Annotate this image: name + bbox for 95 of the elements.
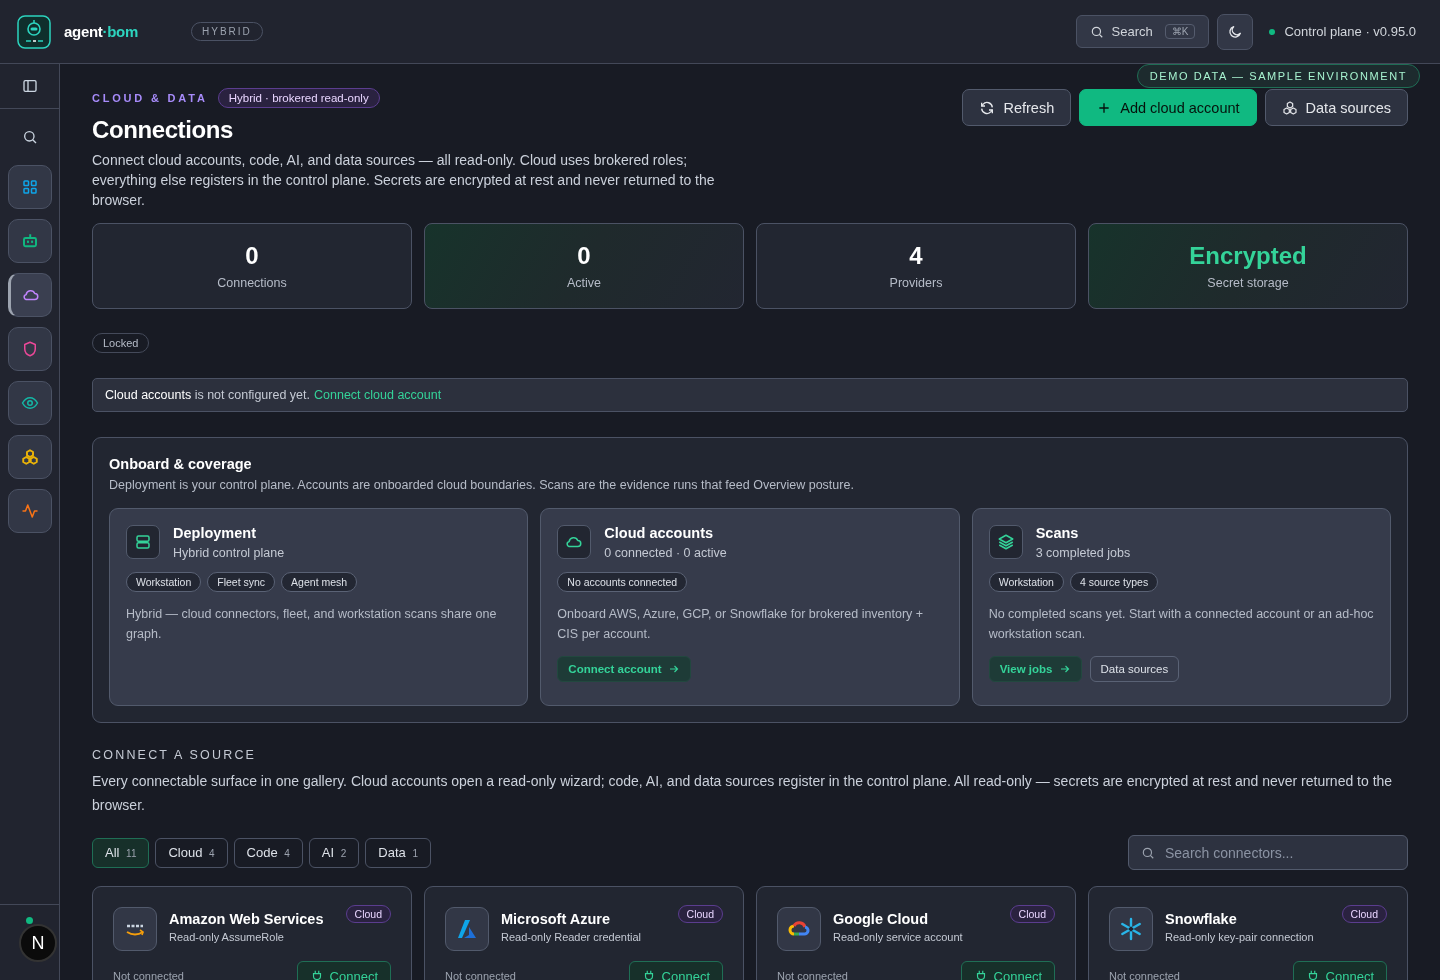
layers-icon: [996, 533, 1015, 551]
alert-message: Cloud accounts is not configured yet.: [105, 388, 310, 402]
card-subtitle: 0 connected · 0 active: [604, 546, 727, 560]
card-tag: Fleet sync: [207, 572, 276, 592]
add-cloud-account-button[interactable]: Add cloud account: [1079, 89, 1257, 126]
control-plane-version: Control plane · v0.95.0: [1284, 24, 1416, 39]
connect-cloud-account-link[interactable]: Connect cloud account: [314, 388, 442, 402]
search-icon: [1089, 24, 1104, 39]
page-title: Connections: [92, 116, 234, 144]
category-tag: Cloud: [677, 905, 723, 923]
stat-value: 0: [245, 242, 259, 270]
connector-name: Snowflake: [1165, 911, 1238, 927]
filter-tab[interactable]: Code 4: [233, 837, 303, 868]
sidebar-nav-button[interactable]: [7, 273, 52, 317]
card-title: Scans: [1035, 525, 1080, 541]
refresh-icon: [979, 99, 996, 116]
connect-button[interactable]: Connect: [960, 961, 1055, 980]
cubes-icon: [1281, 99, 1298, 116]
connector-subtitle: Read-only Reader credential: [501, 931, 643, 943]
connector-subtitle: Read-only key-pair connection: [1165, 931, 1315, 943]
connection-status: Not connected: [113, 970, 184, 980]
stat-label: Providers: [889, 276, 943, 290]
online-dot: [26, 917, 33, 924]
connector-subtitle: Read-only AssumeRole: [169, 931, 285, 943]
mode-tag: Hybrid · brokered read-only: [217, 88, 380, 108]
card-tag: 4 source types: [1069, 572, 1159, 592]
refresh-button[interactable]: Refresh: [962, 89, 1072, 126]
connection-status: Not connected: [1109, 970, 1180, 980]
card-subtitle: 3 completed jobs: [1035, 546, 1131, 560]
search-field[interactable]: Search connectors...: [1128, 835, 1408, 870]
card-body: No completed scans yet. Start with a connected account or an ad-hoc workstation scan.: [988, 606, 1374, 643]
stat-value: Encrypted: [1189, 242, 1307, 270]
panel-description: Deployment is your control plane. Accounts are onboarded cloud boundaries. Scans are the evidence runs that feed Overview posture.: [109, 478, 855, 492]
category-tag: Cloud: [1341, 905, 1387, 923]
filter-tab[interactable]: Data 1: [365, 837, 431, 868]
connect-button[interactable]: Connect: [628, 961, 723, 980]
sidebar-nav-button[interactable]: [7, 165, 52, 209]
category-tag: Cloud: [345, 905, 391, 923]
sidebar-nav-button[interactable]: [7, 489, 52, 533]
page-description: Connect cloud accounts, code, AI, and data sources — all read-only. Cloud uses brokered roles; everything else registers in the control plane. Secrets are encrypted at rest and never returned to the browser.: [92, 151, 716, 210]
search-icon: [1141, 845, 1155, 860]
card-tag: Agent mesh: [281, 572, 358, 592]
card-title: Cloud accounts: [604, 525, 715, 541]
card-body: Hybrid — cloud connectors, fleet, and workstation scans share one graph.: [126, 606, 498, 643]
gallery-heading: CONNECT A SOURCE: [92, 748, 258, 762]
filter-tab[interactable]: All 11: [92, 837, 150, 868]
demo-data-banner: DEMO DATA — SAMPLE ENVIRONMENT: [1136, 64, 1420, 88]
connect-button[interactable]: Connect: [296, 961, 391, 980]
snowflake-icon: [1119, 917, 1143, 941]
filter-tab[interactable]: AI 2: [308, 837, 360, 868]
connection-status: Not connected: [777, 970, 848, 980]
connector-name: Amazon Web Services: [169, 911, 325, 927]
search-button[interactable]: Search ⌘K: [1075, 15, 1210, 48]
data-sources-button[interactable]: Data sources: [1264, 89, 1408, 126]
card-title: Deployment: [173, 525, 257, 541]
search-input[interactable]: Search connectors...: [1163, 843, 1395, 862]
filter-tab[interactable]: Cloud 4: [155, 837, 228, 868]
connector-name: Microsoft Azure: [501, 911, 612, 927]
card-body: Onboard AWS, Azure, GCP, or Snowflake for brokered inventory + CIS per account.: [557, 606, 925, 643]
connection-status: Not connected: [445, 970, 516, 980]
sidebar-nav-button[interactable]: [7, 435, 52, 479]
shortcut-key: ⌘K: [1164, 24, 1196, 39]
moon-icon: [1227, 23, 1244, 40]
theme-toggle[interactable]: [1217, 13, 1254, 50]
sidebar-nav-button[interactable]: [7, 381, 52, 425]
search-label: Search: [1111, 24, 1153, 39]
card-tag: No accounts connected: [557, 572, 688, 592]
search-icon[interactable]: [21, 129, 38, 145]
category-tag: Cloud: [1009, 905, 1055, 923]
card-tag: Workstation: [126, 572, 202, 592]
section-eyebrow: CLOUD & DATA: [92, 92, 208, 104]
panel-title: Onboard & coverage: [109, 456, 253, 472]
stat-label: Secret storage: [1207, 276, 1289, 290]
brand-name: agent·bom: [64, 23, 138, 40]
stat-label: Connections: [217, 276, 287, 290]
data-sources-button[interactable]: Data sources: [1089, 656, 1180, 682]
connector-subtitle: Read-only service account: [833, 931, 964, 943]
stat-label: Active: [566, 276, 601, 290]
connector-name: Google Cloud: [833, 911, 930, 927]
card-tag: Workstation: [988, 572, 1064, 592]
stat-value: 0: [577, 242, 591, 270]
server-icon: [134, 533, 152, 551]
card-subtitle: Hybrid control plane: [173, 546, 285, 560]
arrow-right-icon: [1058, 663, 1071, 675]
sidebar-toggle-icon[interactable]: [21, 78, 38, 94]
sidebar-nav-button[interactable]: [7, 219, 52, 263]
robot-logo-icon: [17, 14, 51, 49]
dev-tools-badge[interactable]: N: [19, 924, 57, 962]
stat-value: 4: [909, 242, 923, 270]
connect-button[interactable]: Connect: [1292, 961, 1387, 980]
azure-a-icon: [455, 917, 479, 941]
card-action-button[interactable]: View jobs: [988, 656, 1082, 682]
card-action-button[interactable]: Connect account: [557, 656, 691, 682]
gallery-description: Every connectable surface in one gallery. Cloud accounts open a read-only wizard; code, AI, and data sources register in the control plane. All read-only — secrets are encrypted at rest and never returned to the browser.: [92, 772, 1394, 815]
arrow-right-icon: [667, 663, 680, 675]
